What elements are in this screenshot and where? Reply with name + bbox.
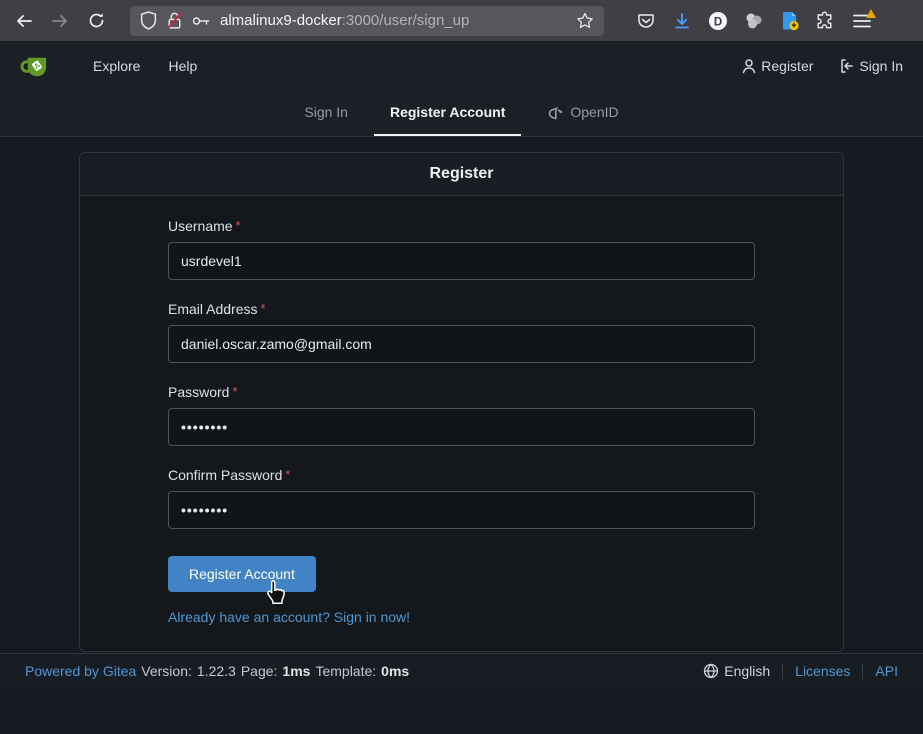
insecure-lock-icon[interactable] bbox=[166, 11, 183, 30]
auth-tab-bar: Sign In Register Account OpenID bbox=[0, 90, 923, 137]
update-warning-badge bbox=[866, 9, 876, 18]
licenses-link[interactable]: Licenses bbox=[783, 663, 862, 679]
nav-signin-link[interactable]: Sign In bbox=[839, 58, 903, 74]
nav-item-help[interactable]: Help bbox=[154, 58, 211, 74]
required-marker: * bbox=[260, 301, 265, 316]
footer-page-time: 1ms bbox=[282, 663, 310, 679]
footer-page-label: Page: bbox=[241, 663, 278, 679]
nav-signin-label: Sign In bbox=[859, 58, 903, 74]
footer-template-time: 0ms bbox=[381, 663, 409, 679]
confirm-password-field-group: Confirm Password* bbox=[168, 467, 755, 529]
navbar-right: Register Sign In bbox=[741, 58, 903, 74]
sign-in-icon bbox=[839, 58, 855, 74]
required-marker: * bbox=[236, 218, 241, 233]
tab-openid[interactable]: OpenID bbox=[531, 90, 634, 136]
already-have-account-link[interactable]: Already have an account? Sign in now! bbox=[168, 609, 755, 625]
tab-sign-in[interactable]: Sign In bbox=[288, 90, 364, 136]
url-path: :3000/user/sign_up bbox=[342, 12, 470, 29]
reload-icon bbox=[88, 12, 105, 29]
pocket-icon[interactable] bbox=[630, 6, 661, 36]
username-label: Username* bbox=[168, 218, 755, 234]
tab-openid-label: OpenID bbox=[570, 104, 618, 120]
downloads-icon[interactable] bbox=[666, 6, 697, 36]
language-label: English bbox=[724, 663, 770, 679]
url-host: almalinux9-docker bbox=[220, 12, 342, 29]
document-saver-icon[interactable] bbox=[774, 6, 805, 36]
key-icon bbox=[192, 15, 211, 27]
username-field-group: Username* bbox=[168, 218, 755, 280]
svg-text:D: D bbox=[713, 16, 721, 28]
register-panel: Register Username* Email Address* Passwo… bbox=[79, 152, 844, 652]
dark-reader-icon[interactable]: D bbox=[702, 6, 733, 36]
password-field-group: Password* bbox=[168, 384, 755, 446]
gitea-logo[interactable] bbox=[20, 51, 51, 82]
tab-register-account[interactable]: Register Account bbox=[374, 90, 521, 136]
footer-version-label: Version: bbox=[141, 663, 192, 679]
footer-template-label: Template: bbox=[315, 663, 376, 679]
tab-register-account-label: Register Account bbox=[390, 104, 505, 120]
person-icon bbox=[741, 58, 757, 74]
back-arrow-icon bbox=[15, 12, 33, 30]
powered-by-gitea-link[interactable]: Powered by Gitea bbox=[25, 663, 136, 679]
email-field-group: Email Address* bbox=[168, 301, 755, 363]
back-button[interactable] bbox=[8, 6, 40, 36]
confirm-password-input[interactable] bbox=[168, 491, 755, 529]
confirm-password-label: Confirm Password* bbox=[168, 467, 755, 483]
nav-register-label: Register bbox=[761, 58, 813, 74]
submit-row: Register Account bbox=[168, 556, 316, 592]
required-marker: * bbox=[232, 384, 237, 399]
url-bar[interactable]: almalinux9-docker:3000/user/sign_up bbox=[130, 6, 604, 36]
page-body: Register Username* Email Address* Passwo… bbox=[0, 137, 923, 653]
site-footer: Powered by Gitea Version: 1.22.3 Page: 1… bbox=[0, 653, 923, 687]
email-input[interactable] bbox=[168, 325, 755, 363]
language-selector[interactable]: English bbox=[703, 663, 782, 679]
panel-title: Register bbox=[80, 153, 843, 196]
gitea-navbar: Explore Help Register Sign In bbox=[0, 42, 923, 90]
reload-button[interactable] bbox=[80, 6, 112, 36]
openid-icon bbox=[547, 104, 564, 121]
globe-icon bbox=[703, 663, 719, 679]
password-label: Password* bbox=[168, 384, 755, 400]
required-marker: * bbox=[285, 467, 290, 482]
extension-blobs-icon[interactable] bbox=[738, 6, 769, 36]
toolbar-extensions: D bbox=[630, 6, 877, 36]
footer-left: Powered by Gitea Version: 1.22.3 Page: 1… bbox=[25, 663, 409, 679]
register-account-button[interactable]: Register Account bbox=[168, 556, 316, 592]
footer-right: English Licenses API bbox=[703, 663, 898, 679]
nav-item-explore[interactable]: Explore bbox=[79, 58, 154, 74]
bookmark-star-icon[interactable] bbox=[576, 12, 594, 30]
url-text[interactable]: almalinux9-docker:3000/user/sign_up bbox=[220, 12, 567, 29]
extensions-puzzle-icon[interactable] bbox=[810, 6, 841, 36]
api-link[interactable]: API bbox=[863, 663, 898, 679]
forward-arrow-icon bbox=[51, 12, 69, 30]
menu-hamburger-icon[interactable] bbox=[846, 6, 877, 36]
footer-version-value: 1.22.3 bbox=[197, 663, 236, 679]
password-input[interactable] bbox=[168, 408, 755, 446]
email-label: Email Address* bbox=[168, 301, 755, 317]
shield-icon[interactable] bbox=[140, 11, 157, 30]
nav-register-link[interactable]: Register bbox=[741, 58, 813, 74]
register-form: Username* Email Address* Password* Confi… bbox=[80, 196, 843, 651]
forward-button[interactable] bbox=[44, 6, 76, 36]
tab-sign-in-label: Sign In bbox=[304, 104, 348, 120]
username-input[interactable] bbox=[168, 242, 755, 280]
browser-toolbar: almalinux9-docker:3000/user/sign_up D bbox=[0, 0, 923, 42]
